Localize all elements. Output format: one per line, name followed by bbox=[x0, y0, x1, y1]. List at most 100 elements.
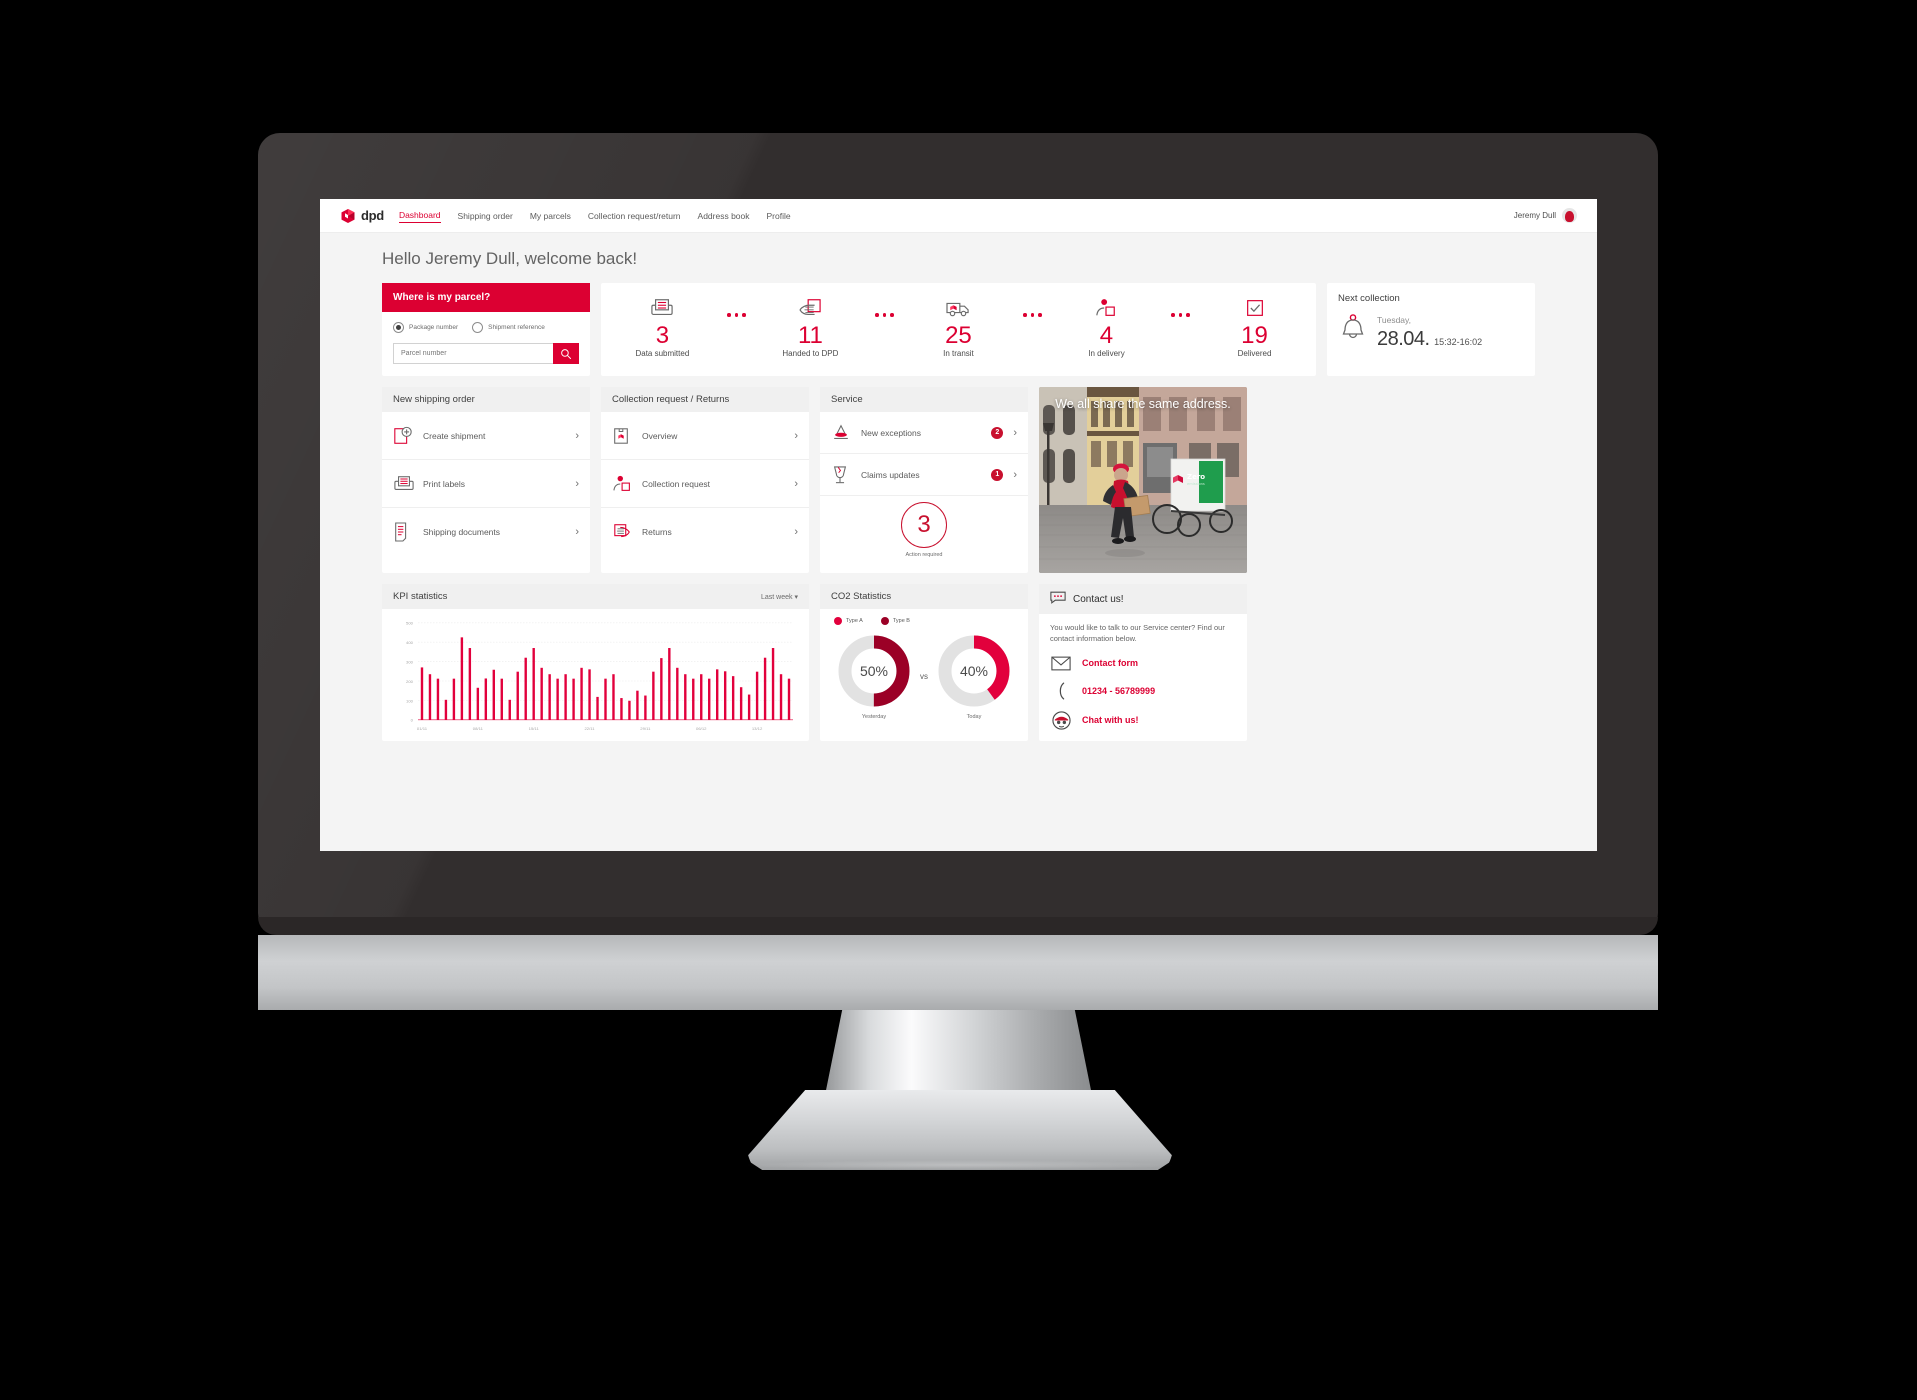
menu-label-collection-request: Collection request bbox=[642, 478, 711, 489]
parcel-search-button[interactable] bbox=[553, 343, 579, 364]
radio-shipment-reference[interactable]: Shipment reference bbox=[472, 322, 545, 333]
brand-name: dpd bbox=[361, 208, 384, 223]
page-title: Hello Jeremy Dull, welcome back! bbox=[382, 249, 638, 268]
kpi-header-bar: KPI statistics Last week ▾ bbox=[382, 584, 809, 609]
kpi-filter-label: Last week bbox=[761, 593, 793, 601]
legend-swatch-type-a bbox=[834, 617, 842, 625]
promo-image-card[interactable]: Zero emissions We all share the same add… bbox=[1039, 387, 1247, 573]
donut-value-today: 40% bbox=[960, 663, 988, 679]
nav-link-my-parcels[interactable]: My parcels bbox=[530, 209, 571, 223]
donut-today: 40% Today bbox=[936, 633, 1012, 720]
print-labels-icon bbox=[393, 474, 423, 494]
stat-handed-to-dpd[interactable]: 11 Handed to DPD bbox=[772, 295, 848, 358]
brand-logo-group[interactable]: dpd bbox=[340, 208, 384, 224]
nav-link-address-book[interactable]: Address book bbox=[698, 209, 750, 223]
next-collection-details: Tuesday, 28.04. 15:32-16:02 bbox=[1338, 310, 1524, 351]
parcel-number-input[interactable] bbox=[393, 343, 553, 364]
radio-package-number-label: Package number bbox=[409, 324, 459, 331]
nav-link-profile[interactable]: Profile bbox=[767, 209, 791, 223]
menu-item-shipping-documents[interactable]: Shipping documents › bbox=[382, 508, 590, 556]
monitor-frame: dpd Dashboard Shipping order My parcels … bbox=[258, 133, 1658, 935]
svg-text:22/11: 22/11 bbox=[584, 726, 595, 731]
svg-text:06/12: 06/12 bbox=[696, 726, 707, 731]
stat-connector-dots bbox=[727, 313, 746, 317]
avatar[interactable] bbox=[1562, 208, 1577, 223]
svg-text:400: 400 bbox=[406, 640, 414, 645]
nav-link-shipping-order[interactable]: Shipping order bbox=[458, 209, 513, 223]
dpd-parcel-logo-icon bbox=[340, 208, 356, 224]
menu-item-returns[interactable]: Returns › bbox=[601, 508, 809, 556]
stat-data-submitted[interactable]: 3 Data submitted bbox=[624, 295, 700, 358]
svg-text:29/11: 29/11 bbox=[640, 726, 651, 731]
nav-link-dashboard[interactable]: Dashboard bbox=[398, 208, 441, 223]
stat-delivered[interactable]: 19 Delivered bbox=[1217, 295, 1293, 358]
menu-label-returns: Returns bbox=[642, 527, 672, 537]
hand-parcel-icon bbox=[797, 295, 823, 321]
contact-link-chat[interactable]: Chat with us! bbox=[1050, 711, 1236, 730]
svg-text:100: 100 bbox=[406, 698, 414, 703]
donut-chart-yesterday: 50% bbox=[838, 635, 910, 707]
stat-label-in-transit: In transit bbox=[943, 349, 974, 359]
contact-us-card: Contact us! You would like to talk to ou… bbox=[1039, 584, 1247, 741]
monitor-foot-shadow bbox=[742, 1160, 1178, 1170]
contact-us-description: You would like to talk to our Service ce… bbox=[1050, 623, 1225, 643]
svg-text:0: 0 bbox=[411, 718, 414, 723]
return-hand-icon bbox=[612, 522, 642, 542]
stat-in-transit[interactable]: 25 In transit bbox=[920, 295, 996, 358]
exception-cone-icon bbox=[831, 423, 861, 443]
chevron-right-icon: › bbox=[1013, 426, 1017, 439]
menu-label-overview: Overview bbox=[642, 430, 678, 441]
collection-returns-header: Collection request / Returns bbox=[601, 387, 809, 412]
action-required-label: Action required bbox=[905, 552, 943, 558]
promo-photo: Zero emissions bbox=[1039, 387, 1247, 573]
radio-circle-icon[interactable] bbox=[472, 322, 484, 333]
promo-caption: We all share the same address. bbox=[1055, 397, 1231, 411]
chevron-right-icon: › bbox=[794, 429, 798, 442]
chevron-right-icon: › bbox=[575, 429, 579, 442]
printer-label-icon bbox=[649, 295, 675, 321]
stat-value-handed-to-dpd: 11 bbox=[797, 322, 823, 349]
monitor-screen: dpd Dashboard Shipping order My parcels … bbox=[320, 199, 1597, 851]
contact-us-title: Contact us! bbox=[1073, 593, 1124, 605]
shipping-documents-icon bbox=[393, 521, 423, 543]
kpi-period-filter[interactable]: Last week ▾ bbox=[761, 593, 798, 601]
co2-statistics-card: CO2 Statistics Type A Type B 50% Yesterd… bbox=[820, 584, 1028, 741]
courier-person-icon bbox=[612, 474, 642, 494]
radio-shipment-reference-label: Shipment reference bbox=[488, 324, 545, 331]
svg-text:Zero: Zero bbox=[1187, 473, 1205, 481]
svg-text:300: 300 bbox=[406, 660, 414, 665]
contact-link-phone[interactable]: 01234 - 56789999 bbox=[1050, 682, 1236, 700]
service-card: Service New exceptions 2 › Claims update… bbox=[820, 387, 1028, 573]
action-required-summary[interactable]: 3 Action required bbox=[820, 496, 1028, 568]
nav-user-area[interactable]: Jeremy Dull bbox=[1514, 208, 1577, 223]
row-middle: New shipping order Create shipment › Pri… bbox=[382, 387, 1535, 573]
parcel-search-mode-radiogroup: Package number Shipment reference bbox=[393, 322, 579, 333]
menu-label-create-shipment: Create shipment bbox=[423, 430, 486, 441]
parcel-search-row bbox=[393, 343, 579, 364]
nav-links: Dashboard Shipping order My parcels Coll… bbox=[398, 208, 791, 223]
menu-item-print-labels[interactable]: Print labels › bbox=[382, 460, 590, 508]
contact-link-label-contact-form: Contact form bbox=[1082, 658, 1138, 669]
svg-text:08/11: 08/11 bbox=[473, 726, 484, 731]
stat-in-delivery[interactable]: 4 In delivery bbox=[1068, 295, 1144, 358]
nav-link-collection-request-return[interactable]: Collection request/return bbox=[588, 209, 681, 223]
chevron-down-icon: ▾ bbox=[794, 593, 798, 601]
donut-label-today: Today bbox=[966, 714, 982, 720]
stat-label-handed-to-dpd: Handed to DPD bbox=[782, 349, 839, 359]
radio-package-number[interactable]: Package number bbox=[393, 322, 458, 333]
phone-icon bbox=[1050, 682, 1072, 700]
chat-avatar-icon bbox=[1050, 711, 1072, 730]
menu-item-new-exceptions[interactable]: New exceptions 2 › bbox=[820, 412, 1028, 454]
chevron-right-icon: › bbox=[794, 526, 798, 538]
menu-item-collection-request[interactable]: Collection request › bbox=[601, 460, 809, 508]
contact-link-contact-form[interactable]: Contact form bbox=[1050, 656, 1236, 671]
menu-label-print-labels: Print labels bbox=[423, 478, 466, 489]
donut-value-yesterday: 50% bbox=[860, 663, 888, 679]
menu-item-claims-updates[interactable]: Claims updates 1 › bbox=[820, 454, 1028, 496]
legend-swatch-type-b bbox=[880, 617, 889, 625]
bell-icon bbox=[1338, 312, 1368, 349]
menu-item-overview[interactable]: Overview › bbox=[601, 412, 809, 460]
radio-dot-icon[interactable] bbox=[393, 322, 404, 333]
row-bottom: KPI statistics Last week ▾ 0 100 200 300 400… bbox=[382, 584, 1535, 741]
menu-item-create-shipment[interactable]: Create shipment › bbox=[382, 412, 590, 460]
